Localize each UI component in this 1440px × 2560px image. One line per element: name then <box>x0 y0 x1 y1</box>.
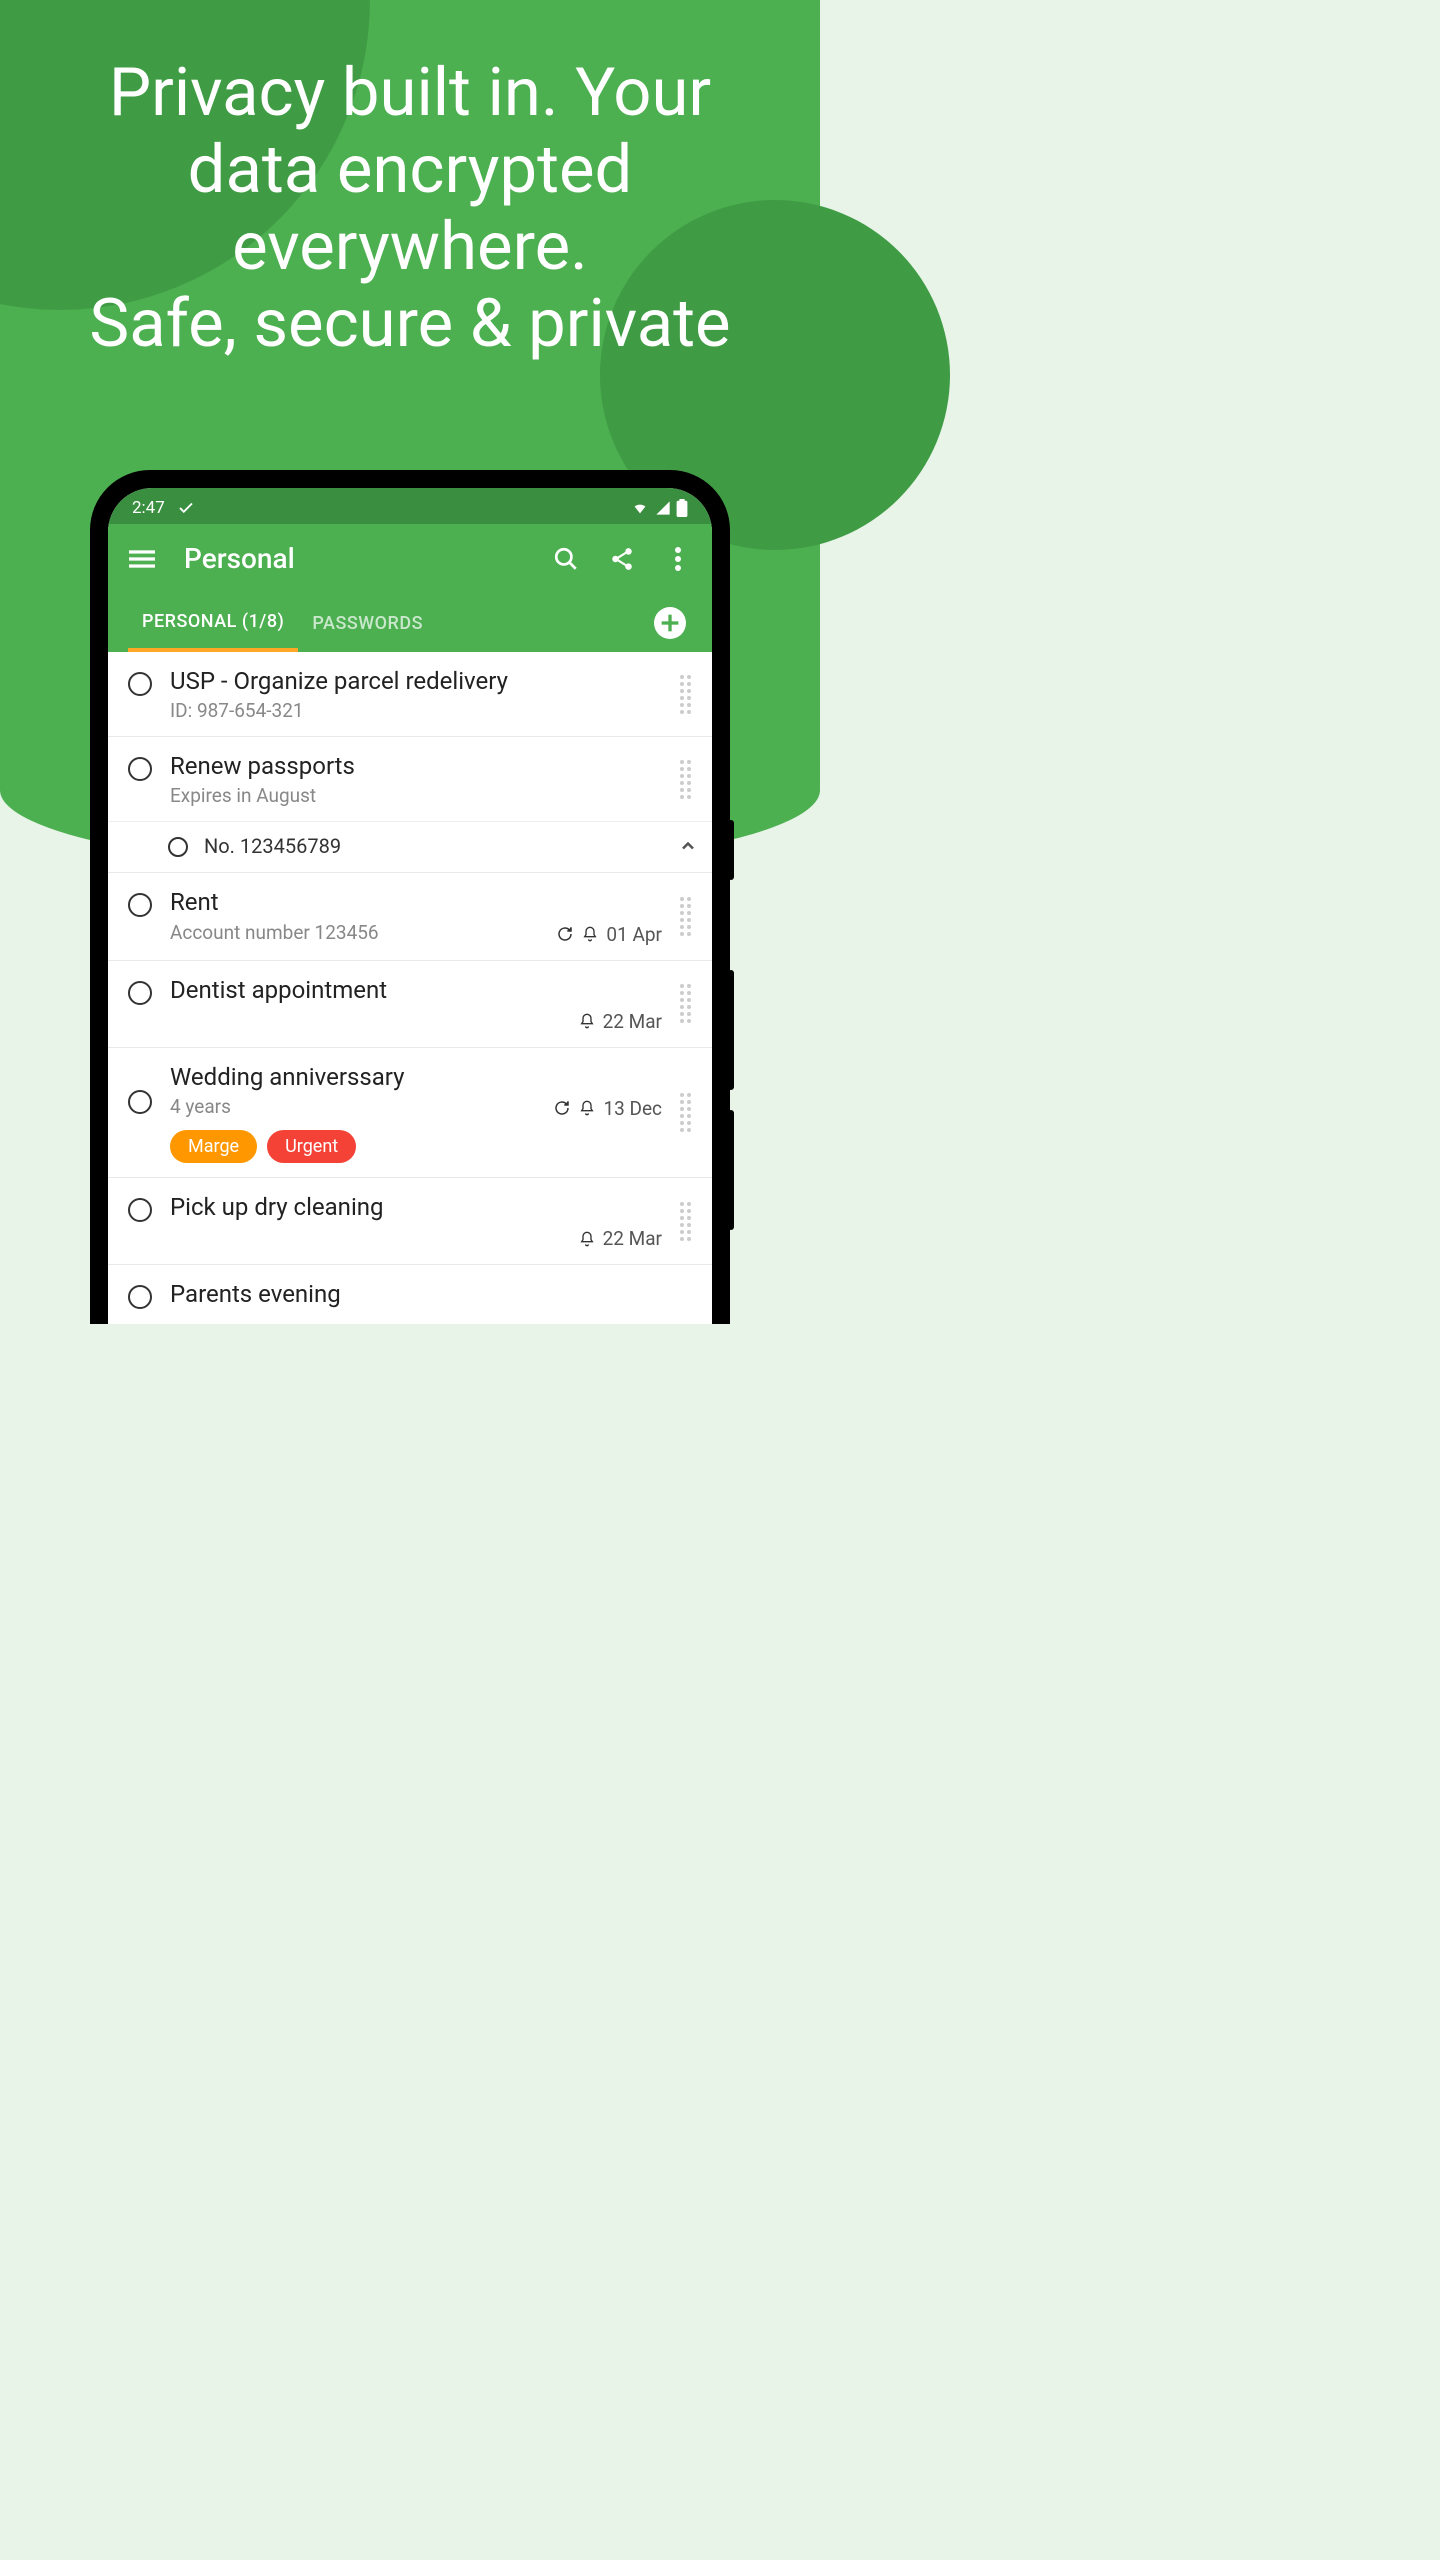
tag-marge[interactable]: Marge <box>170 1130 257 1163</box>
task-list[interactable]: USP - Organize parcel redelivery ID: 987… <box>108 652 712 1324</box>
list-item[interactable]: USP - Organize parcel redelivery ID: 987… <box>108 652 712 737</box>
bell-icon <box>579 1012 595 1030</box>
list-item[interactable]: Wedding anniverssary 4 years 13 Dec Marg… <box>108 1048 712 1178</box>
menu-icon[interactable] <box>128 545 156 573</box>
checkbox-circle[interactable] <box>128 1198 152 1222</box>
status-bar: 2:47 <box>108 488 712 524</box>
checkbox-circle[interactable] <box>128 893 152 917</box>
drag-handle-icon[interactable] <box>680 1202 698 1241</box>
list-item[interactable]: Parents evening <box>108 1265 712 1324</box>
page-title: Personal <box>184 542 524 575</box>
item-title: Wedding anniverssary <box>170 1062 662 1093</box>
drag-handle-icon[interactable] <box>680 1093 698 1132</box>
list-item[interactable]: Rent Account number 123456 01 Apr <box>108 873 712 960</box>
recur-icon <box>553 1099 571 1117</box>
item-title: USP - Organize parcel redelivery <box>170 666 662 697</box>
headline-text: Safe, secure & private <box>40 286 780 363</box>
tag-urgent[interactable]: Urgent <box>267 1130 356 1163</box>
item-subtitle: 4 years <box>170 1095 231 1118</box>
tab-personal[interactable]: PERSONAL (1/8) <box>128 593 298 652</box>
list-item[interactable]: Renew passports Expires in August <box>108 737 712 821</box>
share-icon[interactable] <box>608 545 636 573</box>
drag-handle-icon[interactable] <box>680 675 698 714</box>
checkbox-circle[interactable] <box>128 672 152 696</box>
headline-text: everywhere. <box>40 209 780 286</box>
add-button[interactable] <box>654 607 686 639</box>
bell-icon <box>582 925 598 943</box>
app-bar: Personal <box>108 524 712 593</box>
checkbox-circle[interactable] <box>168 837 188 857</box>
headline-text: data encrypted <box>40 132 780 209</box>
item-date: 22 Mar <box>603 1010 662 1033</box>
drag-handle-icon[interactable] <box>680 984 698 1023</box>
item-title: Parents evening <box>170 1279 698 1310</box>
chevron-up-icon[interactable] <box>678 836 698 856</box>
item-title: Rent <box>170 887 662 918</box>
item-title: Dentist appointment <box>170 975 662 1006</box>
checkbox-circle[interactable] <box>128 1285 152 1309</box>
item-title: Pick up dry cleaning <box>170 1192 662 1223</box>
list-item[interactable]: Dentist appointment 22 Mar <box>108 961 712 1048</box>
headline-text: Privacy built in. Your <box>40 55 780 132</box>
tab-bar: PERSONAL (1/8) PASSWORDS <box>108 593 712 652</box>
signal-icon <box>654 500 672 516</box>
tab-passwords[interactable]: PASSWORDS <box>298 595 437 650</box>
item-date: 22 Mar <box>603 1227 662 1250</box>
recur-icon <box>556 925 574 943</box>
sub-item[interactable]: No. 123456789 <box>108 821 712 872</box>
item-subtitle: ID: 987-654-321 <box>170 699 662 722</box>
item-title: Renew passports <box>170 751 662 782</box>
search-icon[interactable] <box>552 545 580 573</box>
bell-icon <box>579 1099 595 1117</box>
battery-icon <box>676 499 688 517</box>
drag-handle-icon[interactable] <box>680 760 698 799</box>
status-time: 2:47 <box>132 498 165 518</box>
drag-handle-icon[interactable] <box>680 897 698 936</box>
item-date: 13 Dec <box>603 1097 662 1120</box>
checkbox-circle[interactable] <box>128 1090 152 1114</box>
bell-icon <box>579 1230 595 1248</box>
more-icon[interactable] <box>664 545 692 573</box>
item-subtitle: Account number 123456 <box>170 921 379 944</box>
checkbox-circle[interactable] <box>128 757 152 781</box>
phone-frame: 2:47 Personal <box>90 470 730 1324</box>
check-icon <box>177 499 195 517</box>
list-item[interactable]: Pick up dry cleaning 22 Mar <box>108 1178 712 1265</box>
checkbox-circle[interactable] <box>128 981 152 1005</box>
sub-item-text: No. 123456789 <box>204 834 662 858</box>
item-date: 01 Apr <box>606 923 662 946</box>
marketing-headline: Privacy built in. Your data encrypted ev… <box>0 0 820 363</box>
item-subtitle: Expires in August <box>170 784 662 807</box>
wifi-icon <box>630 500 650 516</box>
